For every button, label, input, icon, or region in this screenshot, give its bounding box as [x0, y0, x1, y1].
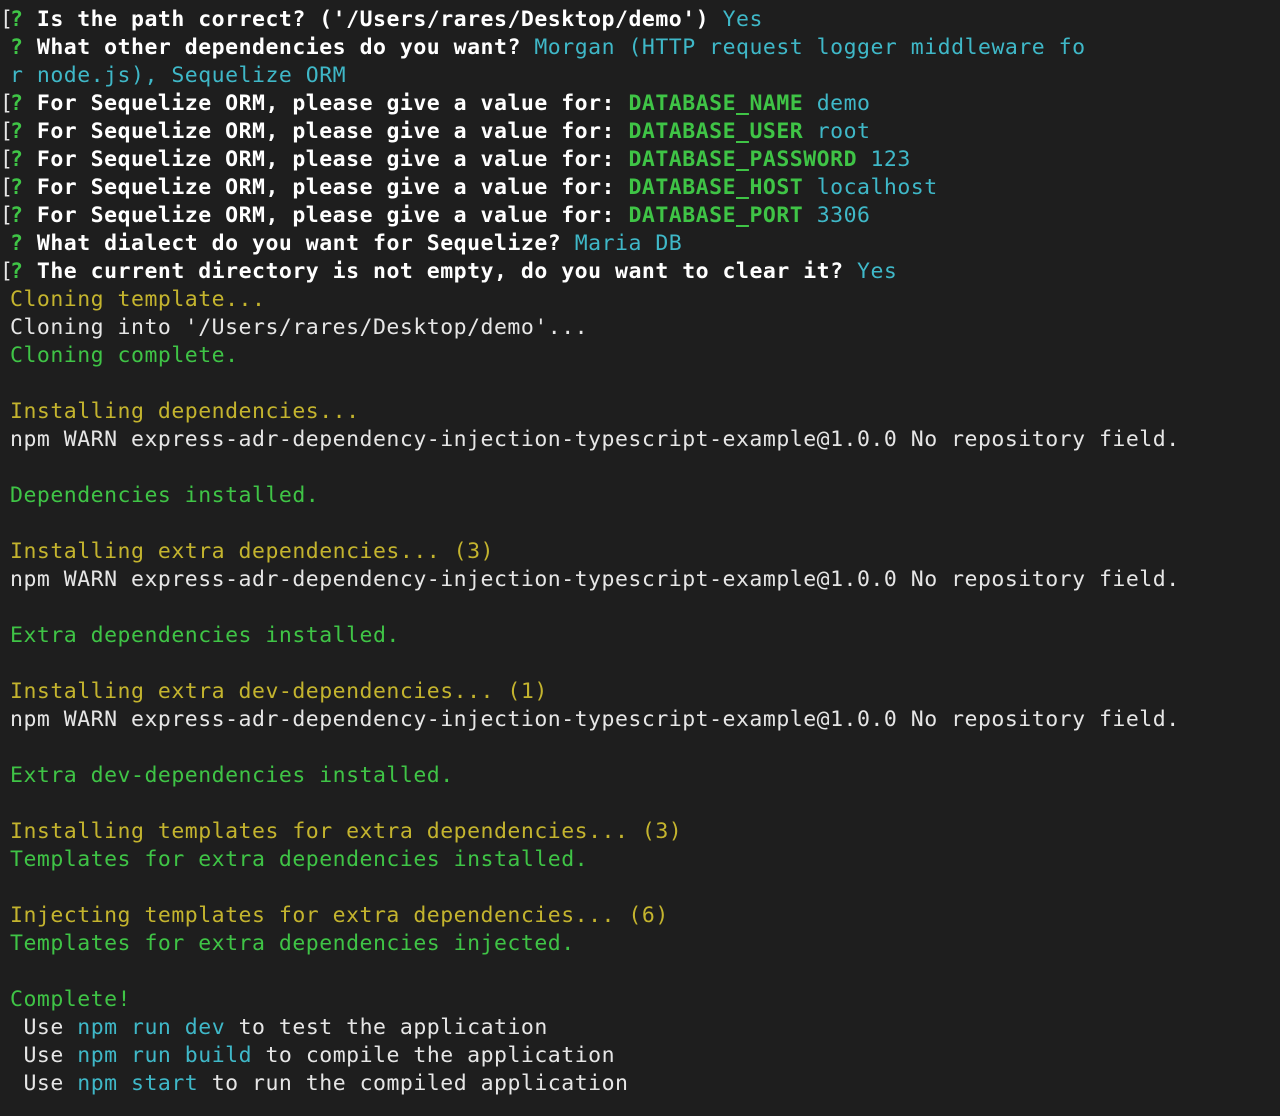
prompt-clear-directory: [? The current directory is not empty, d… [0, 258, 1280, 286]
prompt-answer: Yes [722, 7, 763, 32]
prompt-answer: Yes [857, 259, 898, 284]
log-installing-extra-dev: Installing extra dev-dependencies... (1) [10, 679, 548, 704]
prompt-database-name: [? For Sequelize ORM, please give a valu… [0, 90, 1280, 118]
log-npm-warn: npm WARN express-adr-dependency-injectio… [10, 427, 1180, 452]
prompt-database-password: [? For Sequelize ORM, please give a valu… [0, 146, 1280, 174]
prompt-bracket: [ [0, 203, 14, 228]
prompt-dependencies: ? What other dependencies do you want? M… [10, 34, 1280, 62]
log-complete: Complete! [10, 987, 131, 1012]
log-installing-templates: Installing templates for extra dependenc… [10, 819, 683, 844]
env-key: DATABASE_NAME [628, 91, 804, 116]
usage-use: Use [23, 1043, 64, 1068]
prompt-answer: Maria DB [574, 231, 683, 256]
prompt-database-host: [? For Sequelize ORM, please give a valu… [0, 174, 1280, 202]
prompt-dependencies-wrap: r node.js), Sequelize ORM [10, 62, 1280, 90]
env-key: DATABASE_HOST [628, 175, 804, 200]
usage-command-build: npm run build [77, 1043, 253, 1068]
log-cloning-into: Cloning into '/Users/rares/Desktop/demo'… [10, 315, 589, 340]
prompt-database-user: [? For Sequelize ORM, please give a valu… [0, 118, 1280, 146]
usage-build: Use npm run build to compile the applica… [10, 1042, 1280, 1070]
prompt-question: For Sequelize ORM, please give a value f… [36, 203, 616, 228]
log-dependencies-installed: Dependencies installed. [10, 483, 320, 508]
env-key: DATABASE_PASSWORD [628, 147, 858, 172]
prompt-bracket: [ [0, 7, 14, 32]
usage-description: to compile the application [265, 1043, 616, 1068]
log-npm-warn: npm WARN express-adr-dependency-injectio… [10, 567, 1180, 592]
usage-start: Use npm start to run the compiled applic… [10, 1070, 1280, 1098]
usage-description: to test the application [238, 1015, 548, 1040]
prompt-answer: Morgan (HTTP request logger middleware f… [534, 35, 1086, 60]
prompt-mark: ? [10, 231, 24, 256]
env-value: 123 [870, 147, 911, 172]
prompt-bracket: [ [0, 147, 14, 172]
usage-use: Use [23, 1071, 64, 1096]
prompt-mark: ? [10, 35, 24, 60]
log-templates-installed: Templates for extra dependencies install… [10, 847, 589, 872]
usage-use: Use [23, 1015, 64, 1040]
usage-command-start: npm start [77, 1071, 199, 1096]
log-extra-installed: Extra dependencies installed. [10, 623, 400, 648]
prompt-bracket: [ [0, 175, 14, 200]
prompt-question: For Sequelize ORM, please give a value f… [36, 175, 616, 200]
prompt-question: For Sequelize ORM, please give a value f… [36, 91, 616, 116]
log-cloning-template: Cloning template... [10, 287, 266, 312]
prompt-bracket: [ [0, 119, 14, 144]
env-value: 3306 [816, 203, 871, 228]
log-installing-dependencies: Installing dependencies... [10, 399, 360, 424]
prompt-bracket: [ [0, 259, 14, 284]
terminal-window[interactable]: [? Is the path correct? ('/Users/rares/D… [0, 0, 1280, 1116]
env-key: DATABASE_PORT [628, 203, 804, 228]
prompt-question: What dialect do you want for Sequelize? [36, 231, 562, 256]
prompt-answer: r node.js), Sequelize ORM [10, 63, 347, 88]
usage-description: to run the compiled application [211, 1071, 629, 1096]
log-injecting-templates: Injecting templates for extra dependenci… [10, 903, 669, 928]
log-extra-dev-installed: Extra dev-dependencies installed. [10, 763, 454, 788]
env-value: localhost [816, 175, 938, 200]
prompt-dialect: ? What dialect do you want for Sequelize… [10, 230, 1280, 258]
prompt-path: [? Is the path correct? ('/Users/rares/D… [0, 6, 1280, 34]
prompt-question: For Sequelize ORM, please give a value f… [36, 119, 616, 144]
log-templates-injected: Templates for extra dependencies injecte… [10, 931, 575, 956]
usage-command-dev: npm run dev [77, 1015, 226, 1040]
env-key: DATABASE_USER [628, 119, 804, 144]
log-npm-warn: npm WARN express-adr-dependency-injectio… [10, 707, 1180, 732]
prompt-question: For Sequelize ORM, please give a value f… [36, 147, 616, 172]
env-value: demo [816, 91, 871, 116]
prompt-bracket: [ [0, 91, 14, 116]
prompt-question: The current directory is not empty, do y… [36, 259, 844, 284]
log-installing-extra: Installing extra dependencies... (3) [10, 539, 494, 564]
prompt-question: Is the path correct? ('/Users/rares/Desk… [36, 7, 710, 32]
log-cloning-complete: Cloning complete. [10, 343, 239, 368]
prompt-question: What other dependencies do you want? [36, 35, 521, 60]
prompt-database-port: [? For Sequelize ORM, please give a valu… [0, 202, 1280, 230]
env-value: root [816, 119, 871, 144]
usage-dev: Use npm run dev to test the application [10, 1014, 1280, 1042]
